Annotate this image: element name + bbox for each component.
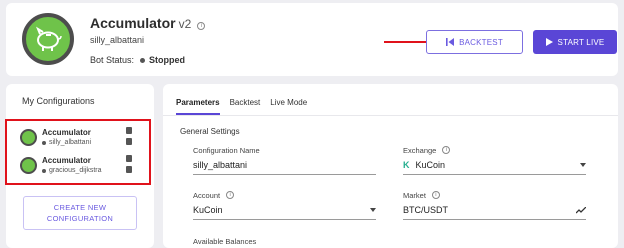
piggy-bank-icon [35, 26, 62, 51]
start-live-button[interactable]: START LIVE [533, 30, 617, 54]
title-row: Accumulator v2 i [90, 15, 206, 31]
info-icon[interactable]: i [197, 22, 206, 30]
field-label: Market i [403, 190, 586, 200]
configuration-details-panel: Parameters Backtest Live Mode General Se… [163, 84, 618, 248]
field-value: KuCoin [193, 205, 223, 215]
start-live-label: START LIVE [557, 37, 605, 47]
exchange-label: Exchange [403, 146, 437, 155]
backtest-button[interactable]: BACKTEST [426, 30, 523, 54]
create-configuration-button[interactable]: CREATE NEW CONFIGURATION [23, 196, 137, 230]
status-dot-icon [140, 57, 146, 63]
create-label-line1: CREATE NEW [53, 202, 107, 212]
chevron-down-icon [580, 163, 586, 167]
tabs-divider [163, 115, 618, 116]
config-name-input[interactable]: silly_albattani [193, 160, 376, 175]
backtest-label: BACKTEST [459, 37, 503, 47]
account-field[interactable]: Account i KuCoin [193, 190, 376, 220]
kucoin-icon: K [403, 160, 410, 170]
bot-version: v2 [178, 17, 192, 31]
annotation-highlight-box [5, 119, 151, 185]
bot-header: Accumulator v2 i silly_albattani Bot Sta… [6, 3, 618, 76]
field-label: Exchange i [403, 145, 586, 155]
tab-live-mode[interactable]: Live Mode [270, 98, 307, 115]
market-label: Market [403, 191, 426, 200]
field-value: BTC/USDT [403, 205, 448, 215]
info-icon[interactable]: i [442, 145, 451, 154]
market-input[interactable]: BTC/USDT [403, 205, 586, 220]
info-icon[interactable]: i [226, 190, 235, 199]
section-title: General Settings [180, 127, 240, 136]
exchange-field[interactable]: Exchange i K KuCoin [403, 145, 586, 175]
market-field[interactable]: Market i BTC/USDT [403, 190, 586, 220]
field-label: Configuration Name [193, 146, 260, 155]
bot-status: Bot Status: Stopped [90, 55, 185, 65]
tab-parameters[interactable]: Parameters [176, 98, 220, 115]
create-label-line2: CONFIGURATION [46, 214, 114, 223]
config-name-field[interactable]: Configuration Name silly_albattani [193, 146, 376, 175]
bot-username: silly_albattani [90, 35, 145, 45]
account-label: Account [193, 191, 221, 200]
account-select[interactable]: KuCoin [193, 205, 376, 220]
piggy-bank-avatar [22, 13, 74, 65]
tab-backtest[interactable]: Backtest [230, 98, 261, 115]
chevron-down-icon [370, 208, 376, 212]
trend-chart-icon[interactable] [576, 206, 586, 214]
field-label: Account i [193, 190, 376, 200]
exchange-select[interactable]: K KuCoin [403, 160, 586, 175]
bot-title: Accumulator [90, 15, 176, 31]
configurations-title: My Configurations [22, 96, 95, 106]
status-value: Stopped [149, 55, 186, 65]
info-icon[interactable]: i [431, 190, 440, 199]
skip-back-icon [446, 38, 455, 46]
field-value: silly_albattani [193, 160, 248, 170]
tab-bar: Parameters Backtest Live Mode [176, 98, 307, 115]
available-balances-label: Available Balances [193, 237, 257, 246]
field-value: KuCoin [415, 160, 446, 170]
status-label: Bot Status: [90, 55, 135, 65]
play-icon [545, 38, 553, 46]
